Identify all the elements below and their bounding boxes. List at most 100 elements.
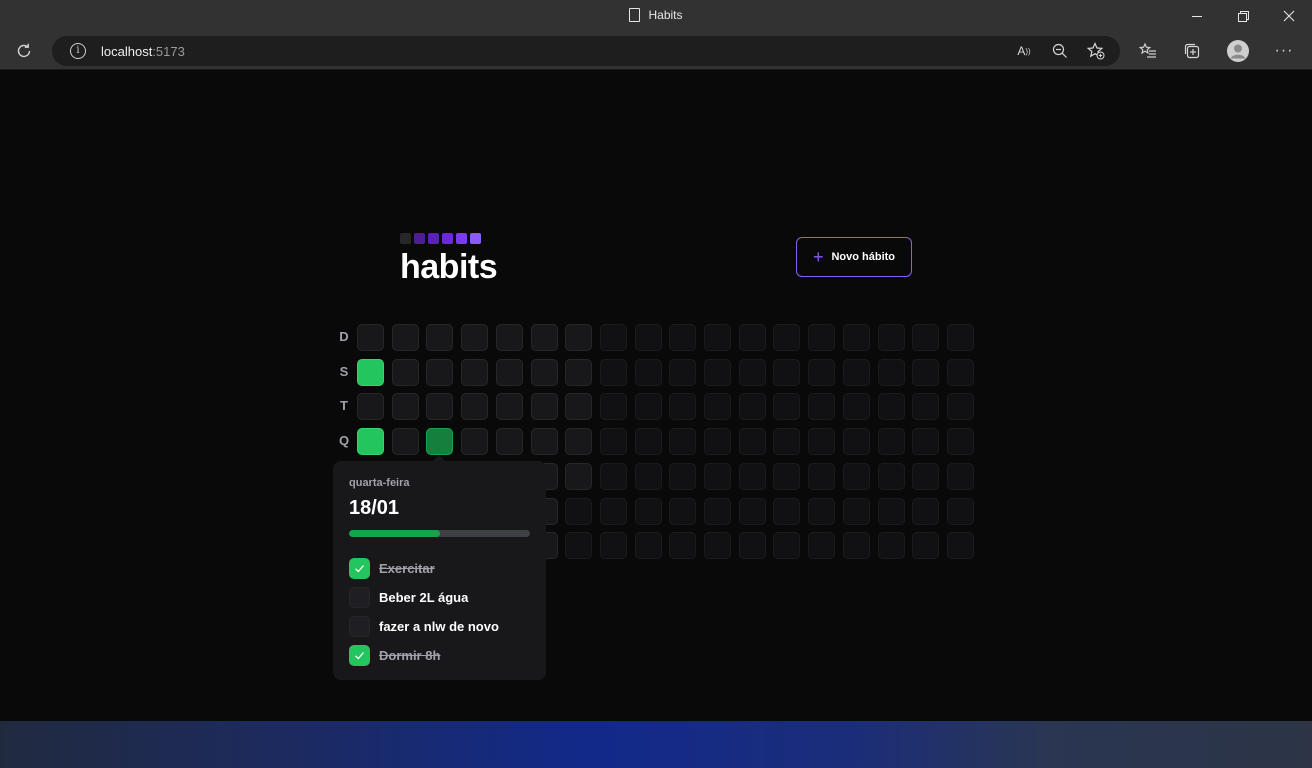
day-square[interactable]: [877, 358, 905, 386]
day-square[interactable]: [599, 428, 627, 456]
day-square[interactable]: [357, 358, 384, 386]
day-square[interactable]: [773, 462, 801, 490]
day-square[interactable]: [877, 393, 905, 421]
refresh-icon[interactable]: [14, 41, 34, 61]
day-square[interactable]: [842, 393, 870, 421]
day-square[interactable]: [738, 532, 766, 560]
day-square[interactable]: [912, 324, 940, 351]
site-info-icon[interactable]: i: [70, 43, 86, 59]
day-square[interactable]: [946, 324, 974, 351]
day-square[interactable]: [912, 358, 940, 386]
day-square[interactable]: [599, 393, 627, 421]
day-square[interactable]: [704, 497, 731, 525]
minimize-button[interactable]: [1174, 0, 1220, 32]
day-square[interactable]: [599, 358, 627, 386]
day-square[interactable]: [599, 462, 627, 490]
day-square[interactable]: [426, 393, 454, 421]
day-square[interactable]: [495, 358, 523, 386]
day-square[interactable]: [704, 462, 731, 490]
zoom-out-icon[interactable]: [1050, 41, 1070, 61]
more-menu-icon[interactable]: ···: [1274, 41, 1294, 61]
day-square[interactable]: [704, 393, 731, 421]
day-square[interactable]: [357, 324, 384, 351]
day-square[interactable]: [808, 497, 836, 525]
day-square[interactable]: [946, 393, 974, 421]
day-square[interactable]: [738, 462, 766, 490]
day-square[interactable]: [946, 462, 974, 490]
day-square[interactable]: [530, 428, 558, 456]
day-square[interactable]: [565, 462, 593, 490]
day-square[interactable]: [565, 497, 593, 525]
day-square[interactable]: [495, 324, 523, 351]
day-square[interactable]: [565, 358, 593, 386]
day-square[interactable]: [738, 324, 766, 351]
day-square[interactable]: [391, 428, 419, 456]
day-square[interactable]: [946, 497, 974, 525]
address-url[interactable]: localhost:5173: [101, 44, 185, 59]
day-square[interactable]: [461, 428, 489, 456]
add-favorite-icon[interactable]: [1086, 41, 1106, 61]
day-square[interactable]: [634, 358, 662, 386]
day-square[interactable]: [704, 532, 731, 560]
day-square[interactable]: [808, 532, 836, 560]
day-square[interactable]: [842, 428, 870, 456]
new-habit-button[interactable]: + Novo hábito: [796, 237, 912, 277]
day-square[interactable]: [391, 393, 419, 421]
day-square[interactable]: [912, 428, 940, 456]
day-square[interactable]: [634, 532, 662, 560]
day-square[interactable]: [946, 428, 974, 456]
day-square[interactable]: [634, 428, 662, 456]
day-square[interactable]: [877, 324, 905, 351]
day-square[interactable]: [704, 358, 731, 386]
day-square[interactable]: [391, 324, 419, 351]
day-square[interactable]: [461, 393, 489, 421]
collections-icon[interactable]: [1182, 41, 1202, 61]
day-square[interactable]: [599, 532, 627, 560]
day-square[interactable]: [495, 393, 523, 421]
day-square[interactable]: [912, 462, 940, 490]
day-square[interactable]: [669, 358, 697, 386]
day-square[interactable]: [946, 532, 974, 560]
day-square[interactable]: [738, 497, 766, 525]
day-square[interactable]: [912, 393, 940, 421]
day-square[interactable]: [773, 393, 801, 421]
checkbox[interactable]: [349, 558, 370, 579]
day-square[interactable]: [357, 428, 384, 456]
habit-checkbox-item[interactable]: Exercitar: [349, 554, 530, 583]
day-square[interactable]: [669, 532, 697, 560]
day-square[interactable]: [565, 393, 593, 421]
day-square[interactable]: [773, 532, 801, 560]
day-square[interactable]: [877, 532, 905, 560]
read-aloud-icon[interactable]: A)): [1014, 41, 1034, 61]
day-square[interactable]: [426, 324, 454, 351]
day-square[interactable]: [669, 324, 697, 351]
day-square[interactable]: [669, 497, 697, 525]
day-square[interactable]: [738, 428, 766, 456]
day-square[interactable]: [842, 497, 870, 525]
habit-checkbox-item[interactable]: Beber 2L água: [349, 583, 530, 612]
day-square[interactable]: [808, 358, 836, 386]
day-square[interactable]: [808, 393, 836, 421]
favorites-icon[interactable]: [1138, 41, 1158, 61]
day-square[interactable]: [634, 497, 662, 525]
restore-button[interactable]: [1220, 0, 1266, 32]
day-square[interactable]: [842, 462, 870, 490]
day-square[interactable]: [808, 428, 836, 456]
day-square[interactable]: [669, 393, 697, 421]
habit-checkbox-item[interactable]: fazer a nlw de novo: [349, 612, 530, 641]
day-square[interactable]: [599, 324, 627, 351]
day-square[interactable]: [461, 358, 489, 386]
day-square[interactable]: [495, 428, 523, 456]
close-button[interactable]: [1266, 0, 1312, 32]
day-square[interactable]: [912, 497, 940, 525]
day-square[interactable]: [808, 324, 836, 351]
day-square[interactable]: [634, 393, 662, 421]
day-square[interactable]: [842, 324, 870, 351]
checkbox[interactable]: [349, 645, 370, 666]
day-square[interactable]: [530, 358, 558, 386]
day-square[interactable]: [738, 393, 766, 421]
day-square[interactable]: [808, 462, 836, 490]
day-square[interactable]: [565, 428, 593, 456]
address-bar[interactable]: i localhost:5173 A)): [52, 36, 1120, 66]
day-square[interactable]: [357, 393, 384, 421]
